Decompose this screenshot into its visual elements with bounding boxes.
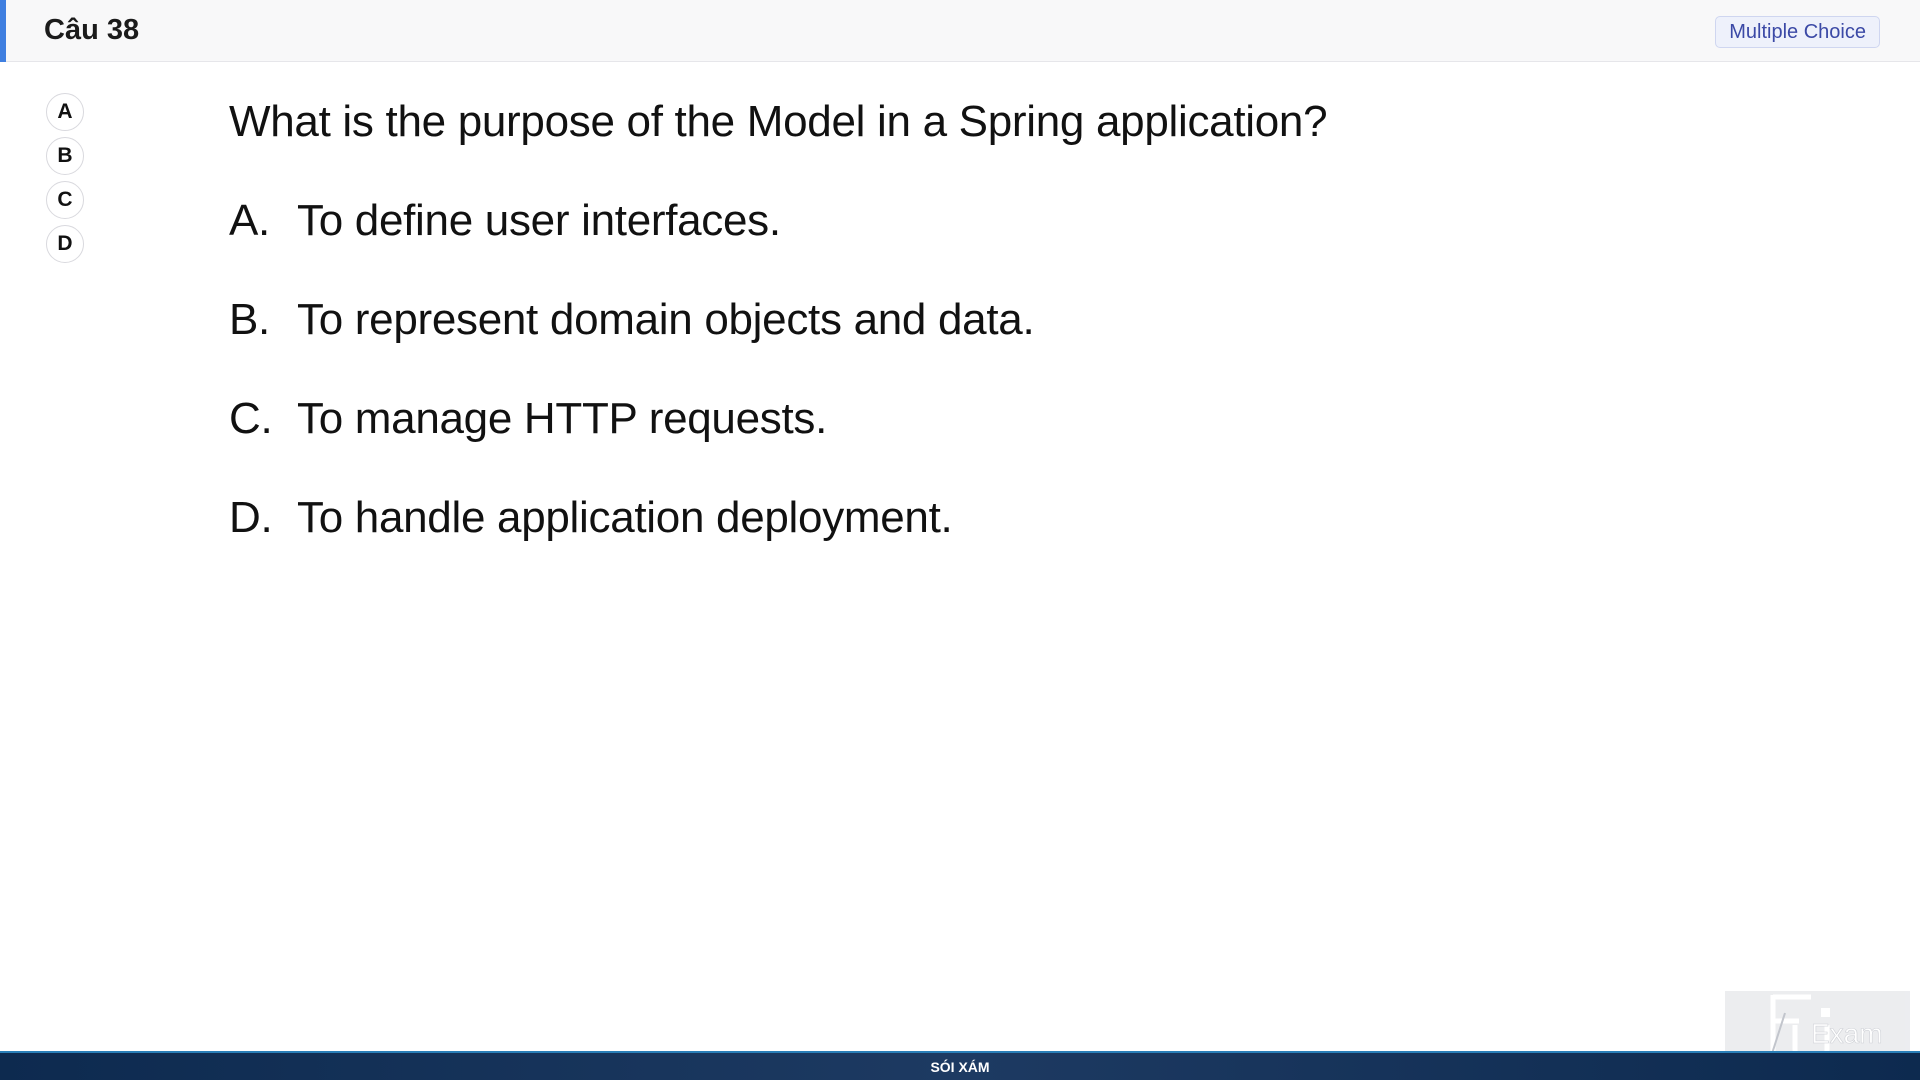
option-c: C. To manage HTTP requests.	[229, 393, 1327, 445]
option-text: To manage HTTP requests.	[297, 394, 828, 443]
footer-bar: SÓI XÁM	[0, 1051, 1920, 1080]
option-text: To handle application deployment.	[297, 493, 953, 542]
choice-button-b[interactable]: B	[46, 137, 84, 175]
header-accent-bar	[0, 0, 6, 62]
footer-text: SÓI XÁM	[930, 1059, 990, 1075]
option-letter: A.	[229, 196, 270, 245]
option-letter: B.	[229, 295, 270, 344]
option-letter: C.	[229, 394, 273, 443]
question-content: What is the purpose of the Model in a Sp…	[229, 96, 1328, 591]
option-text: To define user interfaces.	[297, 196, 781, 245]
choice-button-a[interactable]: A	[46, 93, 84, 131]
choice-button-d[interactable]: D	[46, 225, 84, 263]
question-type-badge: Multiple Choice	[1715, 16, 1880, 48]
answer-choices: A B C D	[46, 93, 86, 269]
logo-text: Exam	[1811, 1018, 1883, 1049]
exam-page: Câu 38 Multiple Choice A B C D What is t…	[0, 0, 1920, 1080]
option-letter: D.	[229, 493, 273, 542]
question-title: Câu 38	[44, 14, 140, 46]
choice-button-c[interactable]: C	[46, 181, 84, 219]
question-header: Câu 38 Multiple Choice	[0, 0, 1920, 62]
option-b: B. To represent domain objects and data.	[229, 294, 1327, 346]
option-a: A. To define user interfaces.	[229, 195, 1327, 247]
option-d: D. To handle application deployment.	[229, 492, 1327, 544]
question-text: What is the purpose of the Model in a Sp…	[229, 97, 1328, 146]
option-text: To represent domain objects and data.	[297, 295, 1035, 344]
